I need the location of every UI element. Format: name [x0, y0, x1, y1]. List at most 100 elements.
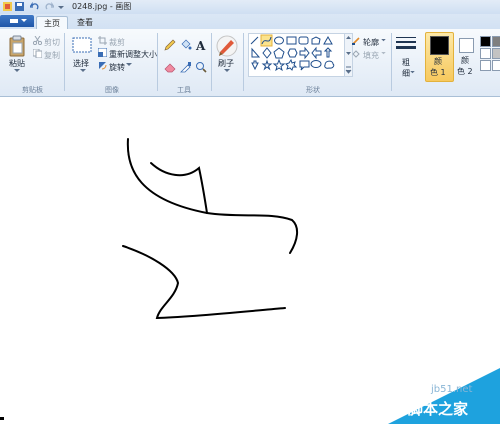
chevron-down-icon[interactable] [14, 69, 20, 73]
diamond-shape-icon [262, 47, 272, 59]
rounded-rectangle-shape-icon [298, 36, 309, 45]
hexagon-shape-icon [287, 48, 298, 58]
clipboard-group-label: 剪贴板 [22, 86, 43, 94]
watermark-name: 脚本之家 [408, 400, 469, 418]
group-divider [64, 33, 65, 91]
oval-shape-icon [274, 36, 284, 45]
image-group-label: 图像 [105, 86, 119, 94]
brush-icon[interactable] [216, 35, 238, 57]
eraser-icon[interactable] [164, 61, 176, 73]
text-icon[interactable]: A [195, 39, 207, 51]
palette-swatch-light-gray[interactable] [492, 48, 500, 59]
palette-swatch-empty[interactable] [480, 60, 491, 71]
palette-swatch-black[interactable] [480, 36, 491, 47]
chevron-down-icon[interactable] [381, 39, 386, 42]
tools-group-label: 工具 [177, 86, 191, 94]
up-arrow-shape-icon [323, 47, 333, 58]
rotate-button[interactable]: 旋转 [109, 62, 125, 73]
cloud-callout-shape-icon [324, 60, 335, 69]
redo-icon[interactable] [45, 2, 54, 11]
color-2-swatch [459, 38, 474, 53]
six-point-star-shape-icon [285, 58, 298, 71]
group-divider [157, 33, 158, 91]
color-1-button[interactable]: 颜 色 1 [425, 32, 454, 82]
canvas-resize-handle [0, 417, 4, 420]
crop-button[interactable]: 裁剪 [109, 37, 125, 48]
chevron-down-icon[interactable] [410, 71, 415, 74]
color-2-button[interactable]: 颜 色 2 [456, 32, 476, 80]
palette-swatch-white[interactable] [480, 48, 491, 59]
copy-button[interactable]: 复制 [44, 50, 60, 61]
pencil-icon[interactable] [164, 39, 176, 51]
brushes-button-label[interactable]: 刷子 [218, 58, 234, 69]
color-picker-icon[interactable] [180, 61, 192, 73]
rectangle-shape-icon [286, 36, 297, 45]
undo-icon[interactable] [30, 2, 39, 11]
palette-swatch-empty[interactable] [492, 60, 500, 71]
shapes-group-label: 形状 [306, 86, 320, 94]
chevron-down-icon [21, 19, 27, 22]
rotate-icon [99, 62, 107, 70]
triangle-shape-icon [323, 35, 333, 45]
gallery-scroll-arrows [345, 36, 352, 74]
color-1-label-line2: 色 1 [430, 68, 446, 77]
group-divider [391, 33, 392, 91]
chevron-down-icon[interactable] [80, 69, 86, 73]
scissors-icon [33, 36, 42, 45]
customize-quick-access-icon[interactable] [58, 2, 64, 11]
color-1-label: 颜 [434, 57, 442, 66]
four-point-star-shape-icon [261, 59, 273, 71]
paint-menu-button[interactable] [0, 15, 34, 27]
copy-icon [33, 49, 42, 58]
window-title: 0248.jpg - 画图 [72, 2, 132, 11]
select-button-label[interactable]: 选择 [73, 58, 89, 69]
size-icon[interactable] [396, 36, 416, 52]
svg-text:A: A [195, 39, 206, 51]
resize-button[interactable]: 重新调整大小 [109, 49, 157, 60]
palette-swatch-gray[interactable] [492, 36, 500, 47]
fill-icon[interactable] [180, 39, 192, 51]
paint-app-icon [3, 2, 12, 11]
right-triangle-shape-icon [251, 47, 261, 58]
tab-view[interactable]: 查看 [70, 16, 100, 29]
chevron-down-icon[interactable] [224, 69, 230, 73]
color-1-swatch [430, 36, 449, 55]
line-shape-icon [250, 36, 259, 45]
crop-icon [98, 36, 107, 45]
save-icon[interactable] [15, 2, 24, 11]
right-arrow-shape-icon [299, 46, 310, 60]
paste-icon[interactable] [8, 35, 26, 57]
drawn-stroke-right-curve [206, 212, 298, 254]
group-divider [243, 33, 244, 91]
chevron-down-icon[interactable] [381, 52, 386, 55]
five-point-star-shape-icon [272, 58, 286, 72]
group-divider [211, 33, 212, 91]
color-2-label: 颜 [461, 56, 469, 65]
tab-home[interactable]: 主页 [36, 16, 68, 30]
chevron-down-icon[interactable] [126, 63, 132, 67]
fill-shape-icon [352, 50, 360, 58]
down-arrow-shape-icon [251, 60, 259, 71]
oval-callout-shape-icon [310, 60, 322, 68]
paste-button-label[interactable]: 粘贴 [9, 58, 25, 69]
polygon-shape-icon [311, 36, 321, 45]
outline-icon [352, 37, 360, 45]
shape-gallery[interactable] [248, 33, 346, 77]
magnifier-icon[interactable] [195, 61, 207, 73]
left-arrow-shape-icon [311, 46, 322, 60]
title-bar: 0248.jpg - 画图 [0, 0, 500, 14]
rounded-callout-shape-icon [299, 60, 310, 71]
watermark-site: jb51.net [431, 384, 473, 395]
fill-button[interactable]: 填充 [363, 50, 379, 61]
cut-button[interactable]: 剪切 [44, 37, 60, 48]
drawn-stroke-bottom [122, 245, 286, 320]
drawn-stroke-left-curve [126, 138, 208, 214]
size-button-label[interactable]: 粗 [402, 57, 410, 68]
size-button-label-line2[interactable]: 细 [402, 68, 410, 79]
resize-icon [98, 48, 107, 57]
outline-button[interactable]: 轮廓 [363, 37, 379, 48]
shape-gallery-items [250, 34, 335, 72]
color-2-label-line2: 色 2 [457, 67, 473, 76]
select-icon[interactable] [72, 37, 92, 53]
menu-icon [10, 19, 18, 23]
